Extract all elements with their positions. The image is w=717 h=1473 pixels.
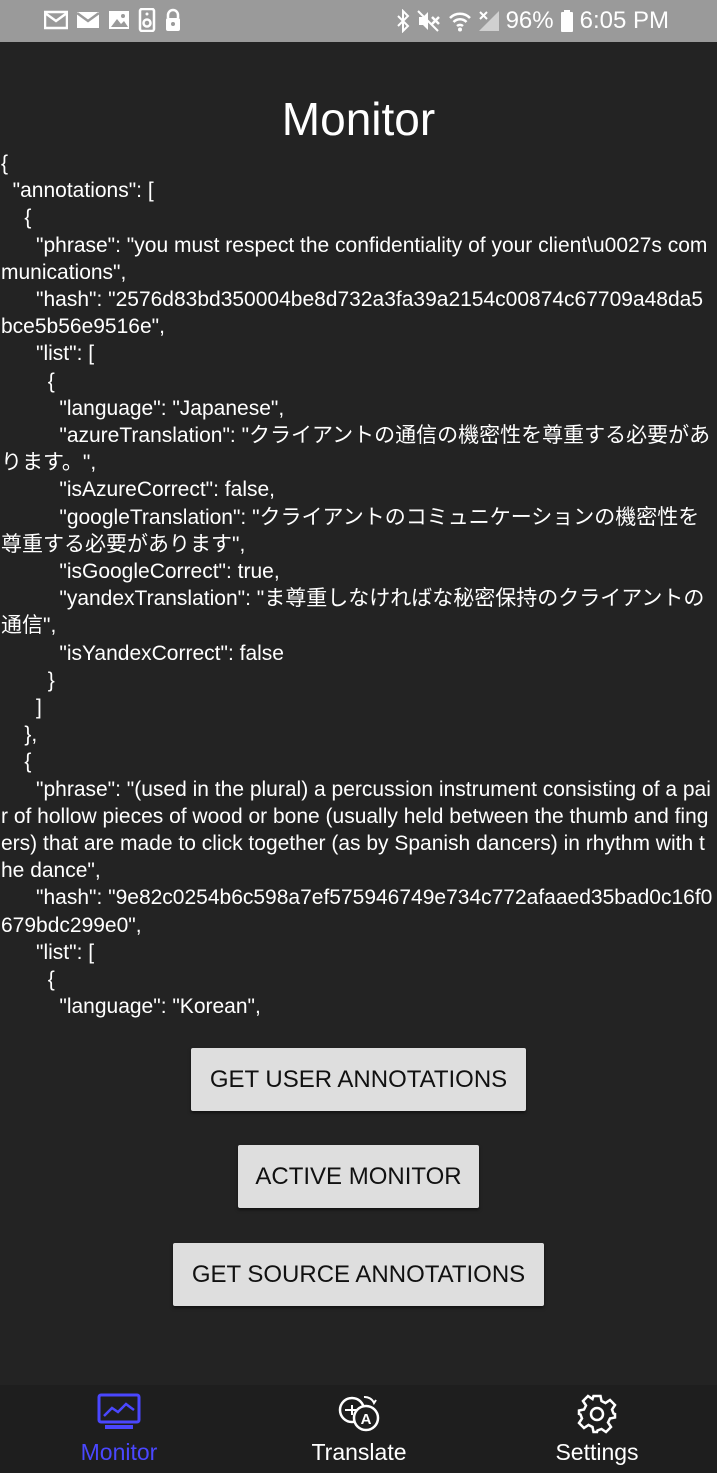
nav-item-settings[interactable]: Settings: [518, 1385, 676, 1473]
monitor-icon: [97, 1393, 141, 1429]
nav-label-settings: Settings: [555, 1439, 639, 1465]
battery-percent: 96%: [505, 7, 554, 34]
email-icon: [76, 11, 100, 28]
clock-time: 6:05 PM: [579, 7, 669, 34]
translate-icon: A: [338, 1395, 380, 1432]
mute-icon: [416, 10, 440, 32]
nav-label-monitor: Monitor: [80, 1439, 158, 1465]
nav-item-translate[interactable]: A Translate: [280, 1385, 438, 1473]
annotations-json-text[interactable]: { "annotations": [ { "phrase": "you must…: [1, 150, 713, 1024]
active-monitor-button[interactable]: ACTIVE MONITOR: [238, 1145, 479, 1208]
bluetooth-icon: [396, 9, 409, 33]
image-icon: [109, 11, 129, 29]
battery-icon: [560, 10, 573, 32]
lock-icon: [166, 8, 180, 31]
get-user-annotations-button[interactable]: GET USER ANNOTATIONS: [191, 1048, 526, 1111]
nav-label-translate: Translate: [311, 1439, 407, 1465]
status-bar: 96% 6:05 PM: [0, 0, 717, 42]
system-status: 96% 6:05 PM: [396, 6, 669, 36]
email-icon: [44, 10, 68, 30]
notification-icons: [44, 8, 182, 32]
bottom-navigation: Monitor A Translate Settings: [0, 1385, 717, 1473]
media-icon: [138, 8, 156, 32]
wifi-icon: [448, 12, 471, 32]
signal-icon: [478, 11, 499, 31]
get-source-annotations-button[interactable]: GET SOURCE ANNOTATIONS: [173, 1243, 544, 1306]
gear-icon: [577, 1394, 617, 1434]
svg-text:A: A: [361, 1411, 372, 1428]
nav-item-monitor[interactable]: Monitor: [40, 1385, 198, 1473]
page-title: Monitor: [281, 93, 436, 145]
